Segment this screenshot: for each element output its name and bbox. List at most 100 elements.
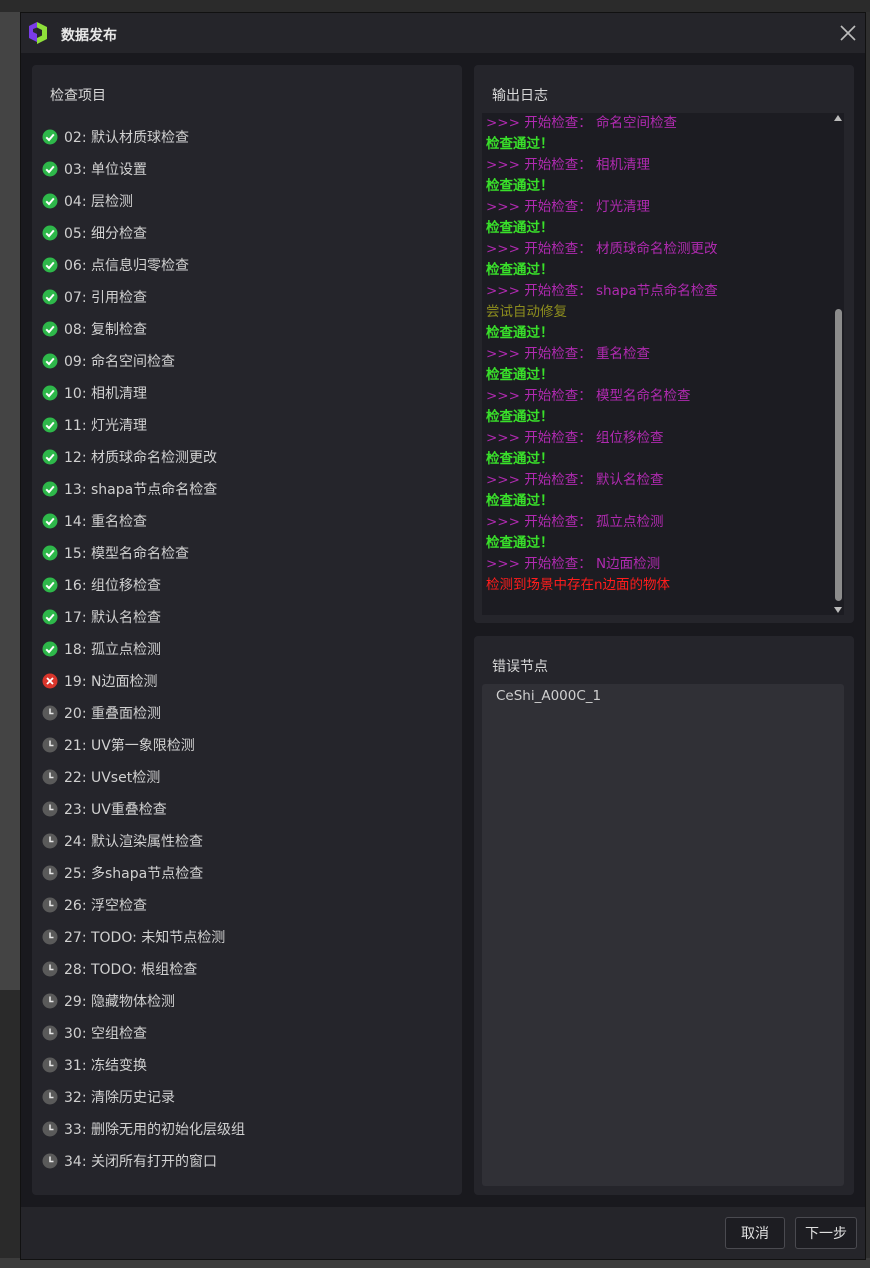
check-item[interactable]: 23: UV重叠检查 (42, 793, 245, 825)
log-scrollbar[interactable] (833, 113, 844, 615)
check-item[interactable]: 29: 隐藏物体检测 (42, 985, 245, 1017)
check-passed-icon (42, 609, 58, 625)
check-passed-icon (42, 513, 58, 529)
check-item[interactable]: 09: 命名空间检查 (42, 345, 245, 377)
titlebar: 数据发布 (21, 13, 865, 53)
data-publish-dialog: 数据发布 检查项目 02: 默认材质球检查 03: 单位设置 04: 层检测 05: … (20, 12, 866, 1260)
check-item[interactable]: 25: 多shapa节点检查 (42, 857, 245, 889)
check-item[interactable]: 32: 清除历史记录 (42, 1081, 245, 1113)
log-line: >>> 开始检查： 组位移检查 (486, 430, 664, 446)
check-item-label: 20: 重叠面检测 (64, 706, 161, 722)
log-line: 检查通过！ (486, 451, 554, 467)
check-item[interactable]: 24: 默认渲染属性检查 (42, 825, 245, 857)
check-item[interactable]: 07: 引用检查 (42, 281, 245, 313)
check-item-label: 02: 默认材质球检查 (64, 130, 189, 146)
check-item-label: 28: TODO: 根组检查 (64, 962, 198, 978)
check-item[interactable]: 20: 重叠面检测 (42, 697, 245, 729)
log-line: 检查通过！ (486, 493, 554, 509)
check-passed-icon (42, 289, 58, 305)
check-item[interactable]: 30: 空组检查 (42, 1017, 245, 1049)
check-passed-icon (42, 193, 58, 209)
check-item[interactable]: 12: 材质球命名检测更改 (42, 441, 245, 473)
log-line: >>> 开始检查： N边面检测 (486, 556, 661, 572)
check-item-label: 11: 灯光清理 (64, 418, 147, 434)
check-items-title: 检查项目 (50, 88, 106, 104)
check-item[interactable]: 08: 复制检查 (42, 313, 245, 345)
check-item[interactable]: 34: 关闭所有打开的窗口 (42, 1145, 245, 1177)
log-line: 检查通过！ (486, 409, 554, 425)
scroll-up-arrow-icon[interactable] (834, 115, 842, 121)
check-passed-icon (42, 225, 58, 241)
cancel-button[interactable]: 取消 (725, 1217, 785, 1249)
log-line: 检查通过！ (486, 178, 554, 194)
clock-pending-icon (42, 897, 58, 913)
check-item[interactable]: 28: TODO: 根组检查 (42, 953, 245, 985)
background-app-topbar (0, 0, 870, 12)
check-item[interactable]: 06: 点信息归零检查 (42, 249, 245, 281)
check-item[interactable]: 14: 重名检查 (42, 505, 245, 537)
footer-bar: 取消 下一步 (21, 1207, 865, 1259)
check-item-label: 12: 材质球命名检测更改 (64, 450, 217, 466)
log-line: >>> 开始检查： 命名空间检查 (486, 115, 678, 131)
check-item[interactable]: 19: N边面检测 (42, 665, 245, 697)
clock-pending-icon (42, 769, 58, 785)
check-item[interactable]: 31: 冻结变换 (42, 1049, 245, 1081)
check-item[interactable]: 13: shapa节点命名检查 (42, 473, 245, 505)
check-item[interactable]: 21: UV第一象限检测 (42, 729, 245, 761)
check-item-label: 06: 点信息归零检查 (64, 258, 189, 274)
log-line: >>> 开始检查： 材质球命名检测更改 (486, 241, 718, 257)
background-app-left-lower (0, 990, 20, 1268)
next-step-button[interactable]: 下一步 (795, 1217, 857, 1249)
log-line: >>> 开始检查： 灯光清理 (486, 199, 651, 215)
error-nodes-panel: 错误节点 CeShi_A000C_1 (474, 636, 854, 1195)
check-passed-icon (42, 353, 58, 369)
output-log-box[interactable]: >>> 开始检查： 命名空间检查 检查通过！ >>> 开始检查： 相机清理 检查通过！… (482, 113, 844, 615)
check-item[interactable]: 16: 组位移检查 (42, 569, 245, 601)
check-item[interactable]: 22: UVset检测 (42, 761, 245, 793)
check-item-label: 30: 空组检查 (64, 1026, 147, 1042)
clock-pending-icon (42, 961, 58, 977)
clock-pending-icon (42, 993, 58, 1009)
clock-pending-icon (42, 1121, 58, 1137)
log-line: 检测到场景中存在n边面的物体 (486, 577, 671, 593)
check-item[interactable]: 15: 模型名命名检查 (42, 537, 245, 569)
log-line: >>> 开始检查： 孤立点检测 (486, 514, 664, 530)
check-item[interactable]: 10: 相机清理 (42, 377, 245, 409)
log-line: 检查通过！ (486, 535, 554, 551)
clock-pending-icon (42, 1153, 58, 1169)
check-item[interactable]: 02: 默认材质球检查 (42, 121, 245, 153)
check-item-label: 08: 复制检查 (64, 322, 147, 338)
log-lines: >>> 开始检查： 命名空间检查 检查通过！ >>> 开始检查： 相机清理 检查通过！… (486, 113, 718, 596)
check-item-label: 03: 单位设置 (64, 162, 147, 178)
check-item-label: 33: 删除无用的初始化层级组 (64, 1122, 245, 1138)
check-item[interactable]: 05: 细分检查 (42, 217, 245, 249)
check-item[interactable]: 18: 孤立点检测 (42, 633, 245, 665)
log-line: 检查通过！ (486, 367, 554, 383)
check-item[interactable]: 03: 单位设置 (42, 153, 245, 185)
check-passed-icon (42, 449, 58, 465)
close-icon[interactable] (837, 22, 859, 44)
check-item[interactable]: 11: 灯光清理 (42, 409, 245, 441)
check-item-label: 14: 重名检查 (64, 514, 147, 530)
check-item[interactable]: 04: 层检测 (42, 185, 245, 217)
log-line: 尝试自动修复 (486, 304, 567, 320)
clock-pending-icon (42, 833, 58, 849)
check-item-label: 18: 孤立点检测 (64, 642, 161, 658)
scroll-thumb[interactable] (835, 309, 842, 601)
check-item[interactable]: 27: TODO: 未知节点检测 (42, 921, 245, 953)
error-node-item[interactable]: CeShi_A000C_1 (496, 688, 601, 704)
check-passed-icon (42, 161, 58, 177)
check-item-label: 13: shapa节点命名检查 (64, 482, 218, 498)
check-item-label: 07: 引用检查 (64, 290, 147, 306)
clock-pending-icon (42, 1025, 58, 1041)
check-item[interactable]: 17: 默认名检查 (42, 601, 245, 633)
clock-pending-icon (42, 705, 58, 721)
log-line: >>> 开始检查： 模型名命名检查 (486, 388, 691, 404)
check-item[interactable]: 26: 浮空检查 (42, 889, 245, 921)
check-item-label: 32: 清除历史记录 (64, 1090, 175, 1106)
check-failed-icon (42, 673, 58, 689)
clock-pending-icon (42, 737, 58, 753)
scroll-down-arrow-icon[interactable] (834, 607, 842, 613)
clock-pending-icon (42, 1057, 58, 1073)
check-item[interactable]: 33: 删除无用的初始化层级组 (42, 1113, 245, 1145)
